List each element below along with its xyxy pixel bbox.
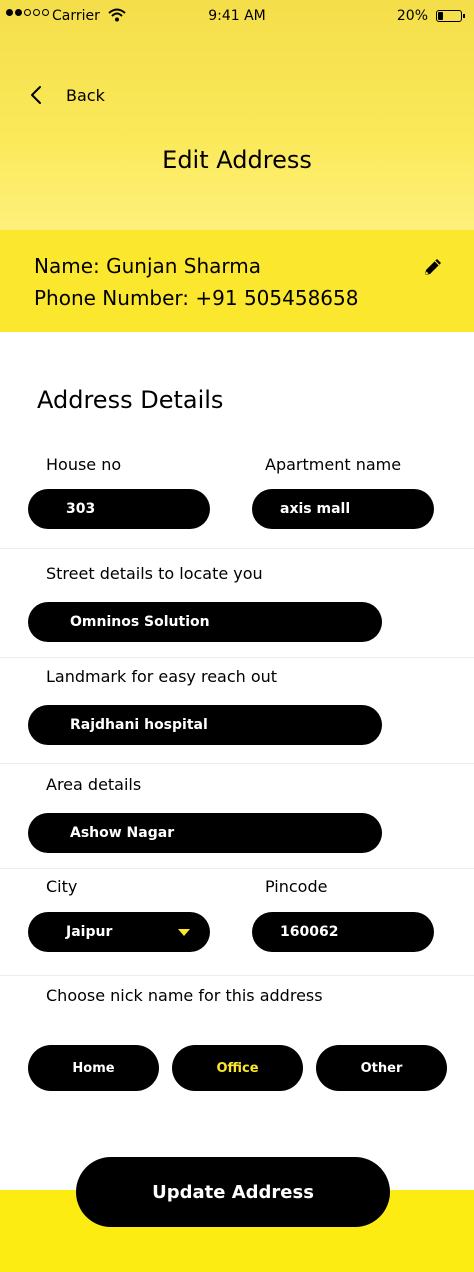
- city-label: City: [46, 877, 78, 896]
- status-bar: Carrier 9:41 AM 20%: [0, 0, 474, 34]
- divider: [0, 868, 474, 869]
- city-value: Jaipur: [66, 924, 113, 940]
- battery-icon: [436, 10, 465, 22]
- landmark-input[interactable]: Rajdhani hospital: [28, 705, 382, 745]
- back-button[interactable]: Back: [26, 80, 105, 110]
- city-select[interactable]: Jaipur: [28, 912, 210, 952]
- edit-pencil-icon[interactable]: [422, 256, 444, 278]
- update-address-button[interactable]: Update Address: [76, 1157, 390, 1227]
- back-chevron-icon: [31, 86, 41, 104]
- apartment-input[interactable]: axis mall: [252, 489, 434, 529]
- house-no-label: House no: [46, 455, 122, 474]
- profile-name: Name: Gunjan Sharma: [34, 254, 262, 278]
- nickname-label: Choose nick name for this address: [46, 986, 323, 1005]
- profile-phone: Phone Number: +91 505458658: [34, 286, 359, 310]
- pincode-input[interactable]: 160062: [252, 912, 434, 952]
- nickname-home-button[interactable]: Home: [28, 1045, 159, 1091]
- divider: [0, 763, 474, 764]
- nickname-office-button[interactable]: Office: [172, 1045, 303, 1091]
- dropdown-caret-icon: [178, 929, 190, 936]
- landmark-label: Landmark for easy reach out: [46, 667, 278, 686]
- page-title: Edit Address: [162, 146, 312, 174]
- house-no-input[interactable]: 303: [28, 489, 210, 529]
- pincode-label: Pincode: [265, 877, 328, 896]
- apartment-label: Apartment name: [265, 455, 402, 474]
- area-label: Area details: [46, 775, 142, 794]
- street-label: Street details to locate you: [46, 564, 263, 583]
- divider: [0, 548, 474, 549]
- street-input[interactable]: Omninos Solution: [28, 602, 382, 642]
- battery-percent: 20%: [396, 8, 428, 24]
- divider: [0, 657, 474, 658]
- nickname-other-button[interactable]: Other: [316, 1045, 447, 1091]
- back-label: Back: [66, 85, 105, 105]
- section-title: Address Details: [37, 386, 224, 414]
- header: Carrier 9:41 AM 20% Back Edit Address: [0, 0, 474, 230]
- area-input[interactable]: Ashow Nagar: [28, 813, 382, 853]
- divider: [0, 975, 474, 976]
- profile-card: Name: Gunjan Sharma Phone Number: +91 50…: [0, 230, 474, 332]
